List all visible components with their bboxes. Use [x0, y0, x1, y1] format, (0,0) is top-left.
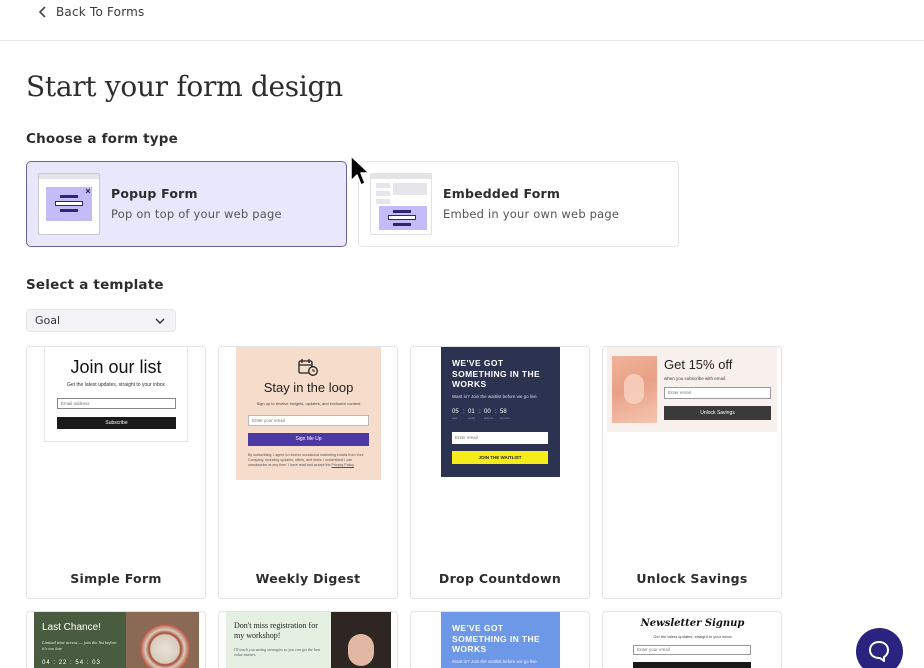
- template-card-waitlist-blue[interactable]: WE'VE GOT SOMETHING IN THE WORKS Want in…: [410, 611, 590, 668]
- template-card-weekly-digest[interactable]: Stay in the loop Sign up to receive insi…: [218, 346, 398, 599]
- close-icon: [85, 188, 91, 194]
- chevron-down-icon: [155, 318, 165, 324]
- preview-heading: Join our list: [70, 357, 162, 377]
- goal-filter-dropdown[interactable]: Goal: [26, 309, 176, 332]
- preview-heading: Last Chance!: [42, 622, 101, 633]
- countdown-seconds: 58: [500, 409, 507, 415]
- template-name: Drop Countdown: [438, 571, 562, 586]
- countdown-timer: 05 : 01 : 00 : 58 DAYS HOURS MINUTES SEC…: [452, 409, 532, 423]
- countdown-seconds: 03: [92, 660, 101, 666]
- template-heading: Select a template: [26, 277, 164, 293]
- countdown-separator: :: [463, 409, 465, 415]
- preview-waitlist-button: JOIN THE WAITLIST: [452, 451, 548, 464]
- preview-email-field: Email address: [57, 398, 176, 409]
- embedded-form-option[interactable]: Embedded Form Embed in your own web page: [358, 161, 679, 247]
- privacy-policy-link: Privacy Policy: [331, 463, 354, 467]
- template-name: Unlock Savings: [636, 571, 748, 586]
- countdown-separator: :: [495, 409, 497, 415]
- preview-heading: Newsletter Signup: [640, 618, 745, 629]
- back-to-forms-link[interactable]: Back To Forms: [38, 5, 144, 19]
- countdown-separator: :: [479, 409, 481, 415]
- chat-bubble-icon: [869, 641, 889, 662]
- countdown-label: SECONDS: [500, 418, 510, 420]
- preview-subtext: Sign up to receive insights, updates, an…: [256, 401, 361, 406]
- countdown-days: 05: [452, 409, 459, 415]
- unlock-savings-preview: Get 15% off when you subscribe with emai…: [607, 347, 777, 432]
- preview-heading: Stay in the loop: [263, 380, 354, 395]
- preview-unlock-button: Unlock Savings: [664, 406, 771, 420]
- preview-heading: WE'VE GOT SOMETHING IN THE WORKS: [452, 623, 541, 654]
- top-bar: Back To Forms: [0, 0, 924, 41]
- countdown-timer: 04 : 22 : 54 : 03: [42, 660, 101, 666]
- preview-subtext: Get the latest updates, straight to your…: [66, 382, 166, 388]
- drop-countdown-preview: WE'VE GOT SOMETHING IN THE WORKS Want in…: [441, 347, 560, 477]
- help-chat-button[interactable]: [856, 628, 903, 668]
- template-card-workshop[interactable]: Don't miss registration for my workshop!…: [218, 611, 398, 668]
- template-card-simple-form[interactable]: Join our list Get the latest updates, st…: [26, 346, 206, 599]
- preview-email-field: Enter your email: [248, 415, 369, 426]
- preview-heading: Get 15% off: [664, 357, 733, 372]
- popup-form-name: Popup Form: [111, 186, 198, 201]
- embedded-form-thumbnail: [370, 173, 432, 235]
- chevron-left-icon: [38, 6, 46, 18]
- embedded-form-name: Embedded Form: [443, 186, 561, 201]
- popup-form-description: Pop on top of your web page: [111, 207, 282, 221]
- preview-heading: Don't miss registration for my workshop!: [234, 621, 318, 640]
- preview-subscribe-button: Subscribe: [57, 417, 176, 429]
- countdown-days: 04: [42, 660, 51, 666]
- countdown-label: MINUTES: [484, 418, 493, 420]
- template-card-newsletter-signup[interactable]: Newsletter Signup Get the latest updates…: [602, 611, 782, 668]
- template-name: Simple Form: [70, 571, 162, 586]
- preview-subtext: when you subscribe with email.: [664, 376, 727, 381]
- page-title: Start your form design: [26, 70, 343, 103]
- goal-filter-value: Goal: [35, 314, 61, 327]
- preview-heading: WE'VE GOT SOMETHING IN THE WORKS: [452, 358, 541, 389]
- countdown-hours: 22: [58, 660, 68, 666]
- template-card-drop-countdown[interactable]: WE'VE GOT SOMETHING IN THE WORKS Want in…: [410, 346, 590, 599]
- preview-subtext: Get the latest updates, straight to your…: [653, 634, 732, 639]
- countdown-minutes: 54: [75, 660, 85, 666]
- preview-subtext: I'll teach you saving strategies so you …: [234, 647, 321, 657]
- countdown-label: DAYS: [452, 418, 458, 420]
- preview-email-field: Enter email: [664, 387, 771, 399]
- workshop-preview: Don't miss registration for my workshop!…: [226, 612, 391, 668]
- form-type-heading: Choose a form type: [26, 131, 179, 147]
- preview-fine-print: By subscribing, I agree to receive occas…: [248, 453, 364, 467]
- preview-hands-image: [612, 356, 657, 423]
- preview-subtext: Want in? Join the waitlist before we go …: [452, 659, 538, 664]
- preview-signup-button: Sign Me Up: [248, 433, 369, 446]
- template-card-unlock-savings[interactable]: Get 15% off when you subscribe with emai…: [602, 346, 782, 599]
- newsletter-preview: Newsletter Signup Get the latest updates…: [620, 612, 765, 668]
- preview-subtext: Want in? Join the waitlist before we go …: [452, 394, 538, 399]
- preview-email-field: Enter email: [452, 432, 548, 444]
- countdown-minutes: 00: [484, 409, 491, 415]
- preview-submit-button: [633, 662, 751, 668]
- calendar-clock-icon: [298, 359, 318, 376]
- popup-form-thumbnail: [38, 173, 100, 235]
- template-card-last-chance[interactable]: Last Chance! Limited time access — join …: [26, 611, 206, 668]
- waitlist-blue-preview: WE'VE GOT SOMETHING IN THE WORKS Want in…: [441, 612, 560, 668]
- preview-plate-image: [126, 612, 199, 668]
- preview-subtext: Limited time access — join the list befo…: [42, 640, 117, 651]
- back-to-forms-label: Back To Forms: [56, 5, 145, 19]
- countdown-label: HOURS: [468, 418, 476, 420]
- last-chance-preview: Last Chance! Limited time access — join …: [34, 612, 199, 668]
- countdown-hours: 01: [468, 409, 475, 415]
- preview-email-field: Enter your email: [633, 645, 751, 655]
- weekly-digest-preview: Stay in the loop Sign up to receive insi…: [236, 347, 381, 480]
- preview-portrait-image: [331, 612, 391, 668]
- simple-form-preview: Join our list Get the latest updates, st…: [44, 347, 188, 442]
- template-name: Weekly Digest: [255, 571, 361, 586]
- embedded-form-description: Embed in your own web page: [443, 207, 620, 221]
- popup-form-option[interactable]: Popup Form Pop on top of your web page: [26, 161, 347, 247]
